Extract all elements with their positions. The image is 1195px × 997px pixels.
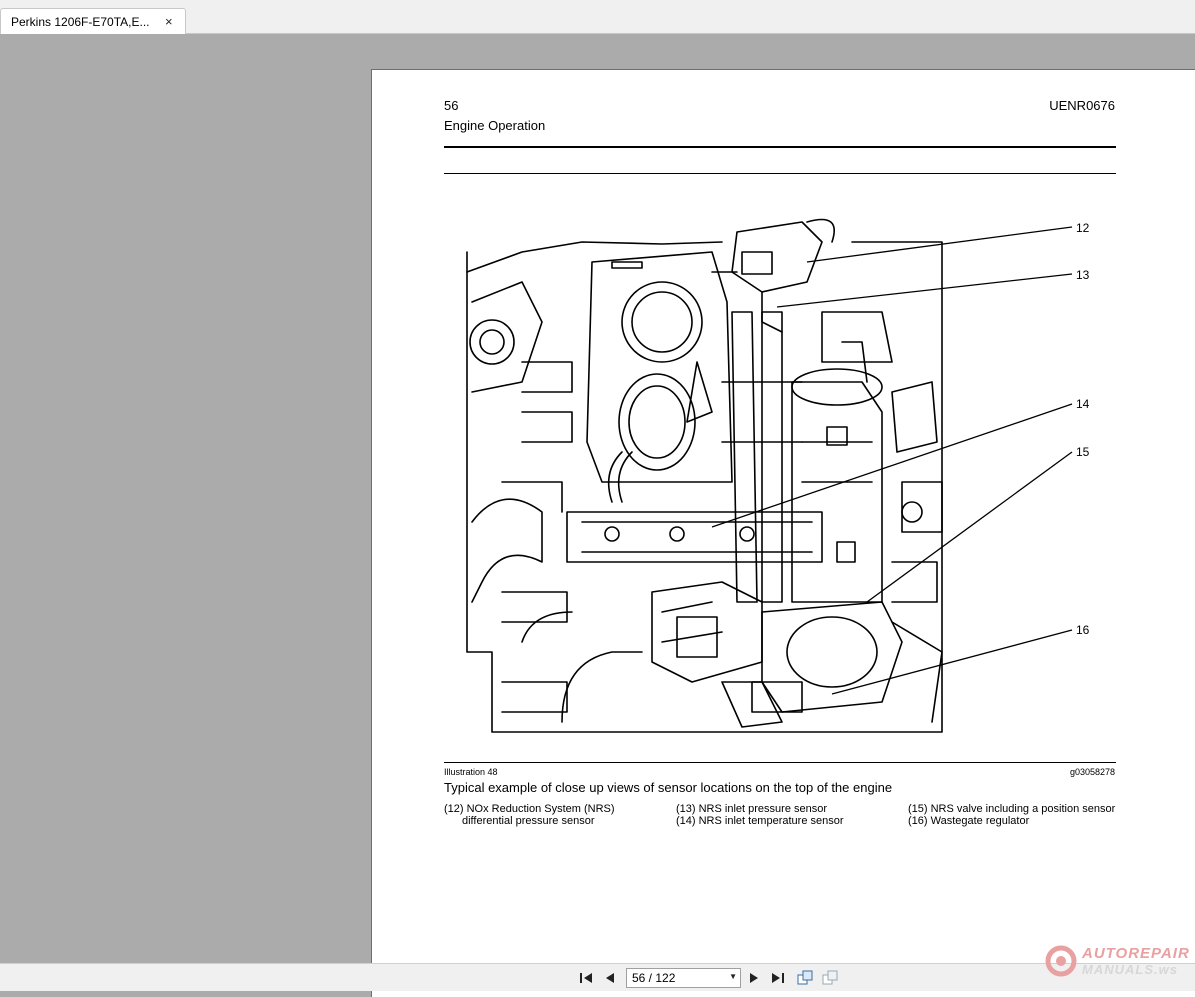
tab-title: Perkins 1206F-E70TA,E... bbox=[11, 15, 150, 29]
callout-14: 14 bbox=[1076, 397, 1090, 411]
illustration-top-rule bbox=[444, 173, 1116, 174]
legend-column-1: (12) NOx Reduction System (NRS) differen… bbox=[444, 803, 615, 827]
illustration-id: g03058278 bbox=[1069, 767, 1115, 777]
legend-item: (14) NRS inlet temperature sensor bbox=[676, 815, 844, 827]
callout-15: 15 bbox=[1076, 445, 1090, 459]
header-rule bbox=[444, 146, 1116, 148]
last-page-icon[interactable] bbox=[770, 970, 786, 986]
legend-item: (15) NRS valve including a position sens… bbox=[908, 803, 1116, 815]
fit-page-icon[interactable] bbox=[797, 970, 813, 986]
section-title: Engine Operation bbox=[444, 118, 546, 133]
legend-column-3: (15) NRS valve including a position sens… bbox=[908, 803, 1115, 827]
illustration-label: Illustration 48 bbox=[444, 767, 498, 777]
engine-illustration: 12 13 14 15 16 bbox=[466, 218, 1090, 733]
fit-width-icon[interactable] bbox=[822, 970, 838, 986]
close-icon[interactable]: × bbox=[165, 14, 173, 29]
pdf-page: 56 UENR0676 Engine Operation 12 13 14 15… bbox=[371, 69, 1195, 997]
document-id: UENR0676 bbox=[1049, 98, 1115, 113]
watermark-logo: AUTOREPAIR MANUALS.ws bbox=[1042, 942, 1192, 982]
callout-12: 12 bbox=[1076, 221, 1090, 235]
legend-item: (16) Wastegate regulator bbox=[908, 815, 1030, 827]
legend-column-2: (13) NRS inlet pressure sensor (14) NRS … bbox=[676, 803, 844, 827]
navigation-bar: 56 / 122 ▼ bbox=[0, 963, 1195, 991]
document-tab[interactable]: Perkins 1206F-E70TA,E... × bbox=[0, 8, 186, 34]
next-page-icon[interactable] bbox=[746, 970, 762, 986]
tab-bar: Perkins 1206F-E70TA,E... × bbox=[0, 0, 1195, 34]
legend-item: (13) NRS inlet pressure sensor bbox=[676, 803, 828, 815]
legend-item: differential pressure sensor bbox=[462, 815, 595, 827]
first-page-icon[interactable] bbox=[578, 970, 594, 986]
legend-item: (12) NOx Reduction System (NRS) bbox=[444, 803, 615, 815]
callout-16: 16 bbox=[1076, 623, 1090, 637]
gear-icon bbox=[1045, 945, 1077, 977]
watermark-line1: AUTOREPAIR bbox=[1082, 945, 1190, 962]
illustration-caption: Typical example of close up views of sen… bbox=[444, 780, 893, 795]
watermark-line2: MANUALS.ws bbox=[1082, 962, 1178, 977]
page-display: 56 / 122 bbox=[632, 971, 676, 985]
chevron-down-icon[interactable]: ▼ bbox=[729, 972, 737, 981]
page-number: 56 bbox=[444, 98, 459, 113]
page-number-input[interactable]: 56 / 122 ▼ bbox=[626, 968, 741, 988]
callout-13: 13 bbox=[1076, 268, 1090, 282]
document-viewer[interactable]: 56 UENR0676 Engine Operation 12 13 14 15… bbox=[0, 34, 1195, 997]
caption-rule bbox=[444, 762, 1116, 763]
previous-page-icon[interactable] bbox=[602, 970, 618, 986]
